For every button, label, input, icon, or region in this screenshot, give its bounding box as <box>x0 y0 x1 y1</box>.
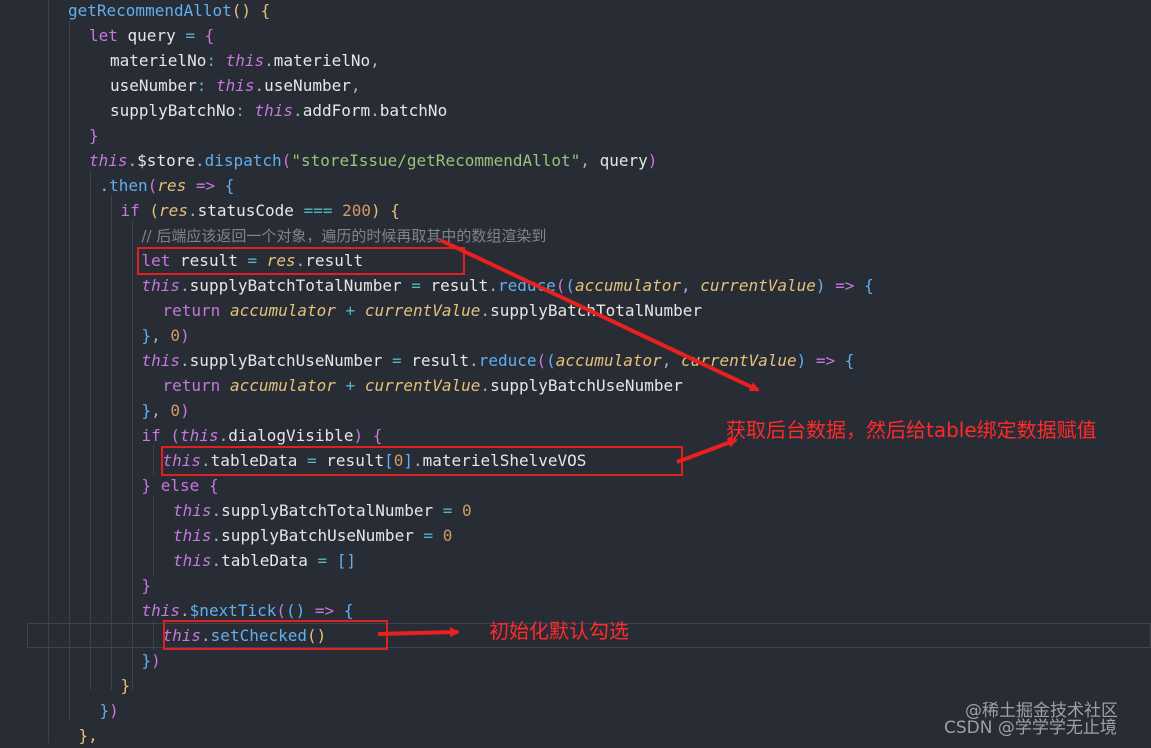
arrow-setchecked-to-note <box>377 627 460 638</box>
annotation-init-checked: 初始化默认勾选 <box>489 619 629 643</box>
watermark-author: CSDN @学学学无止境 <box>944 718 1117 738</box>
arrow-tabledata-to-note <box>676 438 738 464</box>
arrow-result-to-note <box>439 238 760 392</box>
annotation-fetch-data: 获取后台数据，然后给table绑定数据赋值 <box>726 418 1097 442</box>
